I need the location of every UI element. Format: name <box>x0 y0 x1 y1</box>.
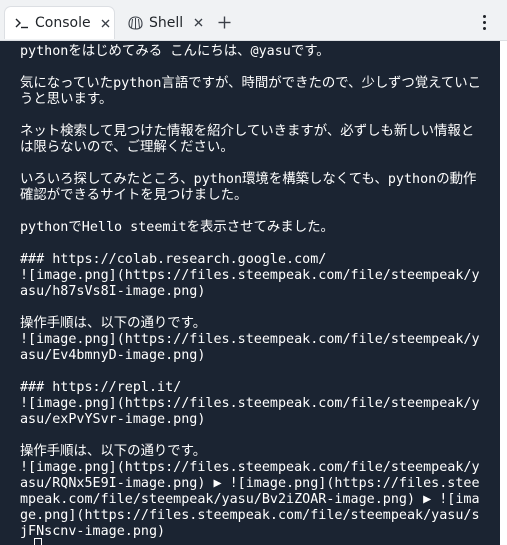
console-line: 操作手順は、以下の通りです。 <box>20 444 207 459</box>
console-line: 気になっていたpython言語ですが、時間ができたので、少しずつ覚えていこうと思… <box>20 76 482 107</box>
tab-shell-label: Shell <box>149 14 184 31</box>
scrollbar[interactable] <box>500 41 507 545</box>
shell-icon <box>128 15 143 30</box>
console-line: ![image.png](https://files.steempeak.com… <box>20 396 480 427</box>
console-line: 操作手順は、以下の通りです。 <box>20 316 207 331</box>
add-tab-button[interactable] <box>214 12 234 32</box>
console-line: ネット検索して見つけた情報を紹介していきますが、必ずしも新しい情報とは限らないの… <box>20 124 475 155</box>
console-output: pythonをはじめてみる こんにちは、@yasuです。気になっていたpytho… <box>20 44 486 540</box>
console-line: pythonをはじめてみる こんにちは、@yasuです。 <box>20 44 330 59</box>
console-output-area[interactable]: pythonをはじめてみる こんにちは、@yasuです。気になっていたpytho… <box>0 41 500 545</box>
more-options-icon[interactable] <box>476 12 492 32</box>
tab-console[interactable]: Console <box>4 6 115 39</box>
close-icon[interactable] <box>99 16 113 30</box>
terminal-prompt-icon <box>15 17 29 29</box>
tab-shell[interactable]: Shell <box>120 6 206 39</box>
console-line: ![image.png](https://files.steempeak.com… <box>20 268 480 299</box>
tab-bar: Console Shell <box>0 0 507 41</box>
plus-icon <box>218 16 230 28</box>
console-line: いろいろ探してみたところ、python環境を構築しなくても、pythonの動作確… <box>20 172 477 203</box>
console-line: pythonでHello steemitを表示させてみました。 <box>20 220 334 235</box>
console-line: ### https://repl.it/ <box>20 380 182 395</box>
console-line: ![image.png](https://files.steempeak.com… <box>20 460 480 539</box>
replit-console-pane: Console Shell pythonをはじめてみる こんにちは、@yasuで… <box>0 0 507 545</box>
console-line: ![image.png](https://files.steempeak.com… <box>20 332 480 363</box>
tab-console-label: Console <box>35 15 91 31</box>
input-cursor <box>34 538 42 545</box>
console-line: ### https://colab.research.google.com/ <box>20 252 327 267</box>
close-icon[interactable] <box>191 16 205 30</box>
